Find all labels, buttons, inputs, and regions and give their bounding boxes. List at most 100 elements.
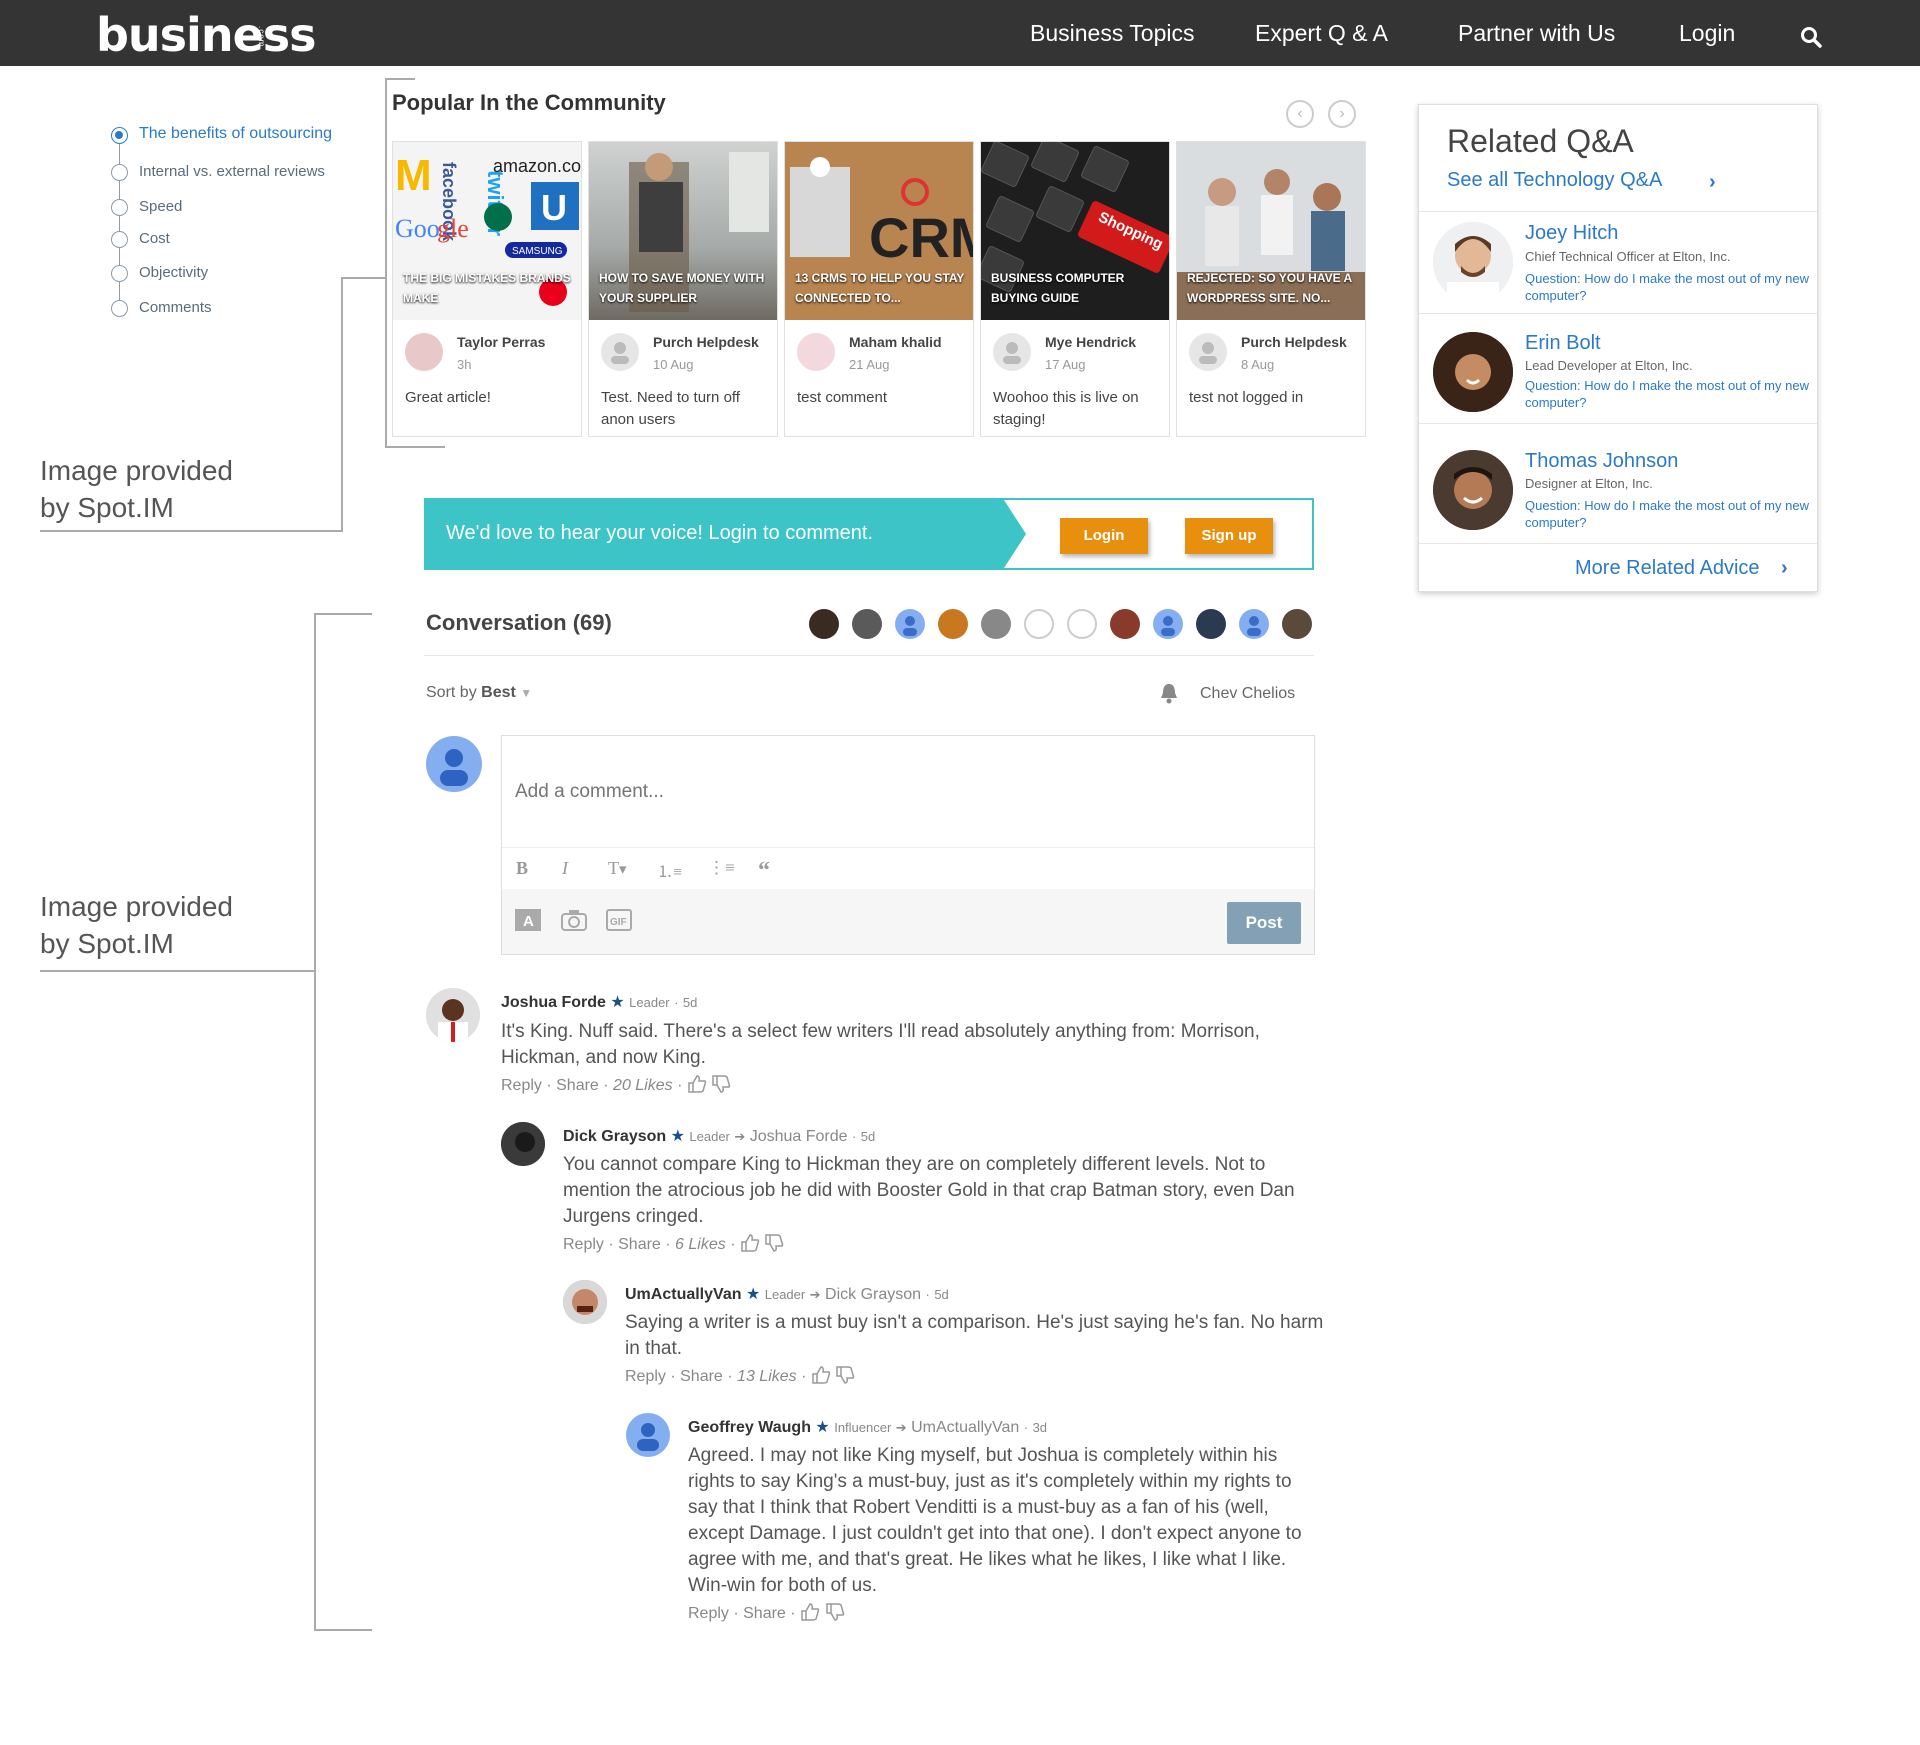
- reply-to-user[interactable]: Dick Grayson: [825, 1286, 921, 1303]
- reply-to-user[interactable]: UmActuallyVan: [911, 1419, 1019, 1436]
- share-button[interactable]: Share: [556, 1077, 599, 1094]
- comment-actions: Reply · Share · 20 Likes ·: [501, 1075, 731, 1095]
- text-size-icon[interactable]: T▾: [608, 858, 627, 879]
- share-button[interactable]: Share: [618, 1236, 661, 1253]
- comment-author[interactable]: Geoffrey Waugh: [688, 1419, 811, 1436]
- italic-icon[interactable]: I: [562, 858, 568, 879]
- avatar[interactable]: [626, 1413, 670, 1457]
- toc-bullet[interactable]: [111, 265, 128, 282]
- bold-icon[interactable]: B: [516, 858, 528, 879]
- avatar[interactable]: [1282, 609, 1312, 639]
- popular-card[interactable]: M facebook twitter amazon.con Goo gle U …: [392, 141, 582, 437]
- chevron-right-icon[interactable]: ›: [1709, 171, 1716, 194]
- expert-name[interactable]: Erin Bolt: [1525, 332, 1601, 355]
- nav-business-topics[interactable]: Business Topics: [1030, 20, 1195, 47]
- related-expert-row[interactable]: Erin Bolt Lead Developer at Elton, Inc. …: [1419, 313, 1817, 423]
- avatar[interactable]: [1024, 609, 1054, 639]
- toc-item-speed[interactable]: Speed: [139, 198, 182, 215]
- avatar[interactable]: [981, 609, 1011, 639]
- reply-button[interactable]: Reply: [563, 1236, 604, 1253]
- comment-author[interactable]: Joshua Forde: [501, 994, 606, 1011]
- expert-question-link[interactable]: Question: How do I make the most out of …: [1525, 377, 1810, 411]
- expert-question-link[interactable]: Question: How do I make the most out of …: [1525, 497, 1810, 531]
- comment-author[interactable]: UmActuallyVan: [625, 1286, 741, 1303]
- search-icon[interactable]: [1800, 26, 1822, 48]
- carousel-next-button[interactable]: ›: [1328, 100, 1356, 128]
- annotation-bracket: [314, 613, 372, 615]
- avatar[interactable]: [1110, 609, 1140, 639]
- related-expert-row[interactable]: Joey Hitch Chief Technical Officer at El…: [1419, 211, 1817, 313]
- text-style-icon[interactable]: A: [515, 909, 541, 931]
- comment-input[interactable]: [503, 737, 1313, 847]
- avatar[interactable]: [563, 1280, 607, 1324]
- chevron-right-icon[interactable]: ›: [1781, 557, 1788, 580]
- avatar[interactable]: [501, 1122, 545, 1166]
- caret-down-icon[interactable]: ▼: [520, 686, 532, 700]
- thumbs-up-icon[interactable]: [811, 1366, 831, 1384]
- avatar[interactable]: [1239, 609, 1269, 639]
- popular-card[interactable]: Shopping Business computer buying guide …: [980, 141, 1170, 437]
- site-logo[interactable]: business: [96, 8, 317, 62]
- avatar[interactable]: [1067, 609, 1097, 639]
- toc-bullet[interactable]: [111, 300, 128, 317]
- bullet-list-icon[interactable]: ⋮≡: [708, 858, 735, 878]
- reply-button[interactable]: Reply: [625, 1368, 666, 1385]
- banner-login-button[interactable]: Login: [1060, 518, 1148, 554]
- expert-name[interactable]: Joey Hitch: [1525, 222, 1618, 245]
- thumbs-down-icon[interactable]: [825, 1603, 845, 1621]
- avatar[interactable]: [426, 988, 480, 1042]
- avatar[interactable]: [938, 609, 968, 639]
- numbered-list-icon[interactable]: ⒈≡: [657, 858, 682, 882]
- annotation-bracket: [385, 446, 445, 448]
- sort-value[interactable]: Best: [481, 684, 516, 701]
- popular-card[interactable]: How to save money with your supplier Pur…: [588, 141, 778, 437]
- carousel-prev-button[interactable]: ‹: [1286, 100, 1314, 128]
- share-button[interactable]: Share: [743, 1605, 786, 1622]
- toc-bullet[interactable]: [111, 199, 128, 216]
- camera-icon[interactable]: [561, 909, 587, 931]
- popular-card[interactable]: CRM 13 CRMs to help you stay connected t…: [784, 141, 974, 437]
- popular-card[interactable]: Rejected: So you have a WordPress site. …: [1176, 141, 1366, 437]
- nav-partner-with-us[interactable]: Partner with Us: [1458, 20, 1615, 47]
- avatar[interactable]: [852, 609, 882, 639]
- reply-button[interactable]: Reply: [688, 1605, 729, 1622]
- banner-signup-button[interactable]: Sign up: [1185, 518, 1273, 554]
- gif-icon[interactable]: GIF: [606, 909, 632, 931]
- toc-item-comments[interactable]: Comments: [139, 299, 212, 316]
- thumbs-down-icon[interactable]: [764, 1234, 784, 1252]
- avatar[interactable]: [809, 609, 839, 639]
- nav-expert-qa[interactable]: Expert Q & A: [1255, 20, 1388, 47]
- thumbs-down-icon[interactable]: [711, 1075, 731, 1093]
- nav-login[interactable]: Login: [1679, 20, 1735, 47]
- post-button[interactable]: Post: [1227, 902, 1301, 944]
- toc-item-cost[interactable]: Cost: [139, 230, 170, 247]
- comment-author[interactable]: Dick Grayson: [563, 1128, 666, 1145]
- comment: Joshua Forde ★ Leader · 5d It's King. Nu…: [426, 988, 1316, 1098]
- sort-dropdown[interactable]: Sort by Best ▼: [426, 684, 532, 702]
- current-user-name[interactable]: Chev Chelios: [1200, 685, 1295, 703]
- expert-question-link[interactable]: Question: How do I make the most out of …: [1525, 270, 1810, 304]
- toc-bullet[interactable]: [111, 164, 128, 181]
- avatar[interactable]: [1153, 609, 1183, 639]
- more-related-advice-link[interactable]: More Related Advice: [1575, 557, 1760, 580]
- toc-item-benefits[interactable]: The benefits of outsourcing: [139, 125, 332, 143]
- user-badge: Influencer: [834, 1420, 892, 1435]
- related-expert-row[interactable]: Thomas Johnson Designer at Elton, Inc. Q…: [1419, 423, 1817, 543]
- share-button[interactable]: Share: [680, 1368, 723, 1385]
- bell-icon[interactable]: [1160, 682, 1178, 704]
- toc-item-objectivity[interactable]: Objectivity: [139, 264, 208, 281]
- avatar[interactable]: [1196, 609, 1226, 639]
- avatar[interactable]: [895, 609, 925, 639]
- thumbs-up-icon[interactable]: [687, 1075, 707, 1093]
- toc-bullet-active[interactable]: [111, 127, 128, 144]
- thumbs-down-icon[interactable]: [835, 1366, 855, 1384]
- thumbs-up-icon[interactable]: [800, 1603, 820, 1621]
- reply-button[interactable]: Reply: [501, 1077, 542, 1094]
- reply-to-user[interactable]: Joshua Forde: [750, 1128, 848, 1145]
- thumbs-up-icon[interactable]: [740, 1234, 760, 1252]
- quote-icon[interactable]: “: [758, 858, 770, 885]
- toc-item-internal-external[interactable]: Internal vs. external reviews: [139, 163, 325, 180]
- expert-name[interactable]: Thomas Johnson: [1525, 450, 1678, 473]
- see-all-link[interactable]: See all Technology Q&A: [1447, 169, 1662, 192]
- toc-bullet[interactable]: [111, 231, 128, 248]
